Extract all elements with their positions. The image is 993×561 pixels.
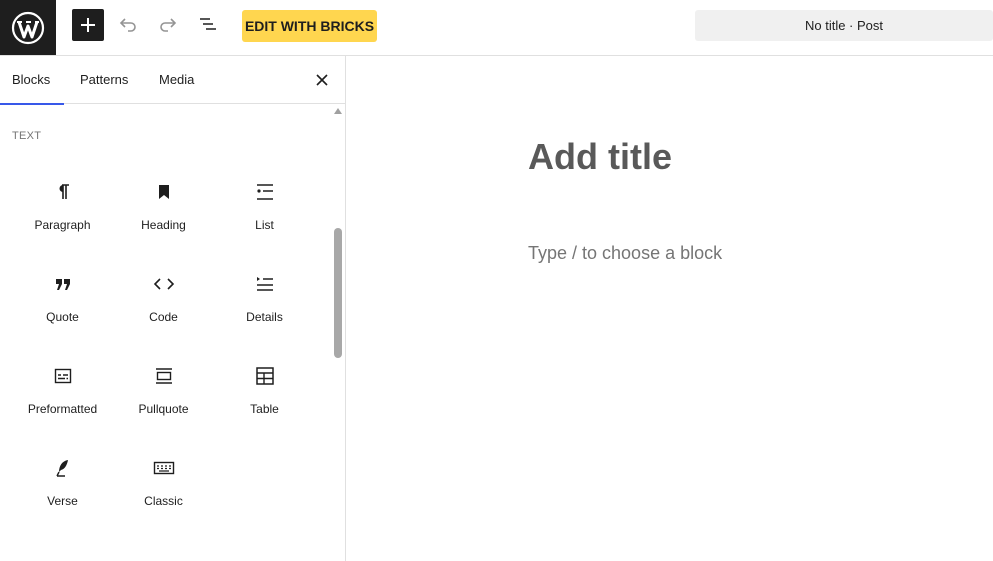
undo-icon	[119, 18, 136, 32]
block-label: Preformatted	[27, 402, 98, 416]
tab-blocks[interactable]: Blocks	[0, 56, 65, 105]
edit-with-bricks-button[interactable]: EDIT WITH BRICKS	[242, 10, 377, 42]
category-heading-text: TEXT	[12, 130, 42, 142]
redo-icon	[160, 18, 177, 32]
block-label: Paragraph	[34, 218, 91, 232]
list-icon	[253, 180, 277, 204]
block-inserter-panel: Blocks Patterns Media TEXT Paragraph Hea…	[0, 56, 346, 561]
block-details[interactable]: Details	[214, 264, 315, 344]
close-inserter-button[interactable]	[310, 68, 334, 92]
block-label: Code	[149, 310, 178, 324]
scroll-up-arrow-icon[interactable]	[334, 108, 342, 114]
block-code[interactable]: Code	[113, 264, 214, 344]
inserter-tabs: Blocks Patterns Media	[0, 56, 346, 105]
sidebar-scrollbar[interactable]	[333, 106, 343, 561]
block-label: Classic	[144, 494, 183, 508]
post-title-input[interactable]: Add title	[528, 136, 672, 178]
block-label: Heading	[141, 218, 186, 232]
block-paragraph[interactable]: Paragraph	[12, 172, 113, 252]
block-quote[interactable]: Quote	[12, 264, 113, 344]
undo-button[interactable]	[116, 12, 140, 36]
block-list[interactable]: List	[214, 172, 315, 252]
close-icon	[316, 74, 328, 86]
verse-feather-icon	[51, 456, 75, 480]
block-verse[interactable]: Verse	[12, 448, 113, 528]
details-icon	[253, 272, 277, 296]
code-icon	[152, 272, 176, 296]
block-classic[interactable]: Classic	[113, 448, 214, 528]
tab-media[interactable]: Media	[159, 56, 194, 104]
wordpress-logo-icon[interactable]	[0, 0, 56, 55]
block-pullquote[interactable]: Pullquote	[113, 356, 214, 436]
document-overview-icon	[200, 18, 216, 30]
default-block-appender[interactable]: Type / to choose a block	[528, 243, 722, 264]
document-title-bar[interactable]: No title · Post	[695, 10, 993, 41]
tab-patterns[interactable]: Patterns	[80, 56, 128, 104]
block-label: Verse	[47, 494, 78, 508]
heading-bookmark-icon	[152, 180, 176, 204]
paragraph-icon	[51, 180, 75, 204]
block-preformatted[interactable]: Preformatted	[12, 356, 113, 436]
quote-icon	[51, 272, 75, 296]
block-heading[interactable]: Heading	[113, 172, 214, 252]
block-label: Quote	[46, 310, 79, 324]
block-table[interactable]: Table	[214, 356, 315, 436]
plus-icon	[81, 18, 95, 32]
document-overview-button[interactable]	[196, 12, 220, 36]
editor-header: EDIT WITH BRICKS No title · Post	[0, 0, 993, 56]
editor-canvas: Add title Type / to choose a block	[347, 56, 993, 561]
preformatted-icon	[51, 364, 75, 388]
block-label: Details	[246, 310, 283, 324]
block-label: List	[255, 218, 274, 232]
table-icon	[253, 364, 277, 388]
block-label: Table	[250, 402, 279, 416]
block-label: Pullquote	[138, 402, 189, 416]
block-inserter-toggle-button[interactable]	[72, 9, 104, 41]
pullquote-icon	[152, 364, 176, 388]
scrollbar-thumb[interactable]	[334, 228, 342, 358]
redo-button[interactable]	[156, 12, 180, 36]
keyboard-icon	[152, 456, 176, 480]
